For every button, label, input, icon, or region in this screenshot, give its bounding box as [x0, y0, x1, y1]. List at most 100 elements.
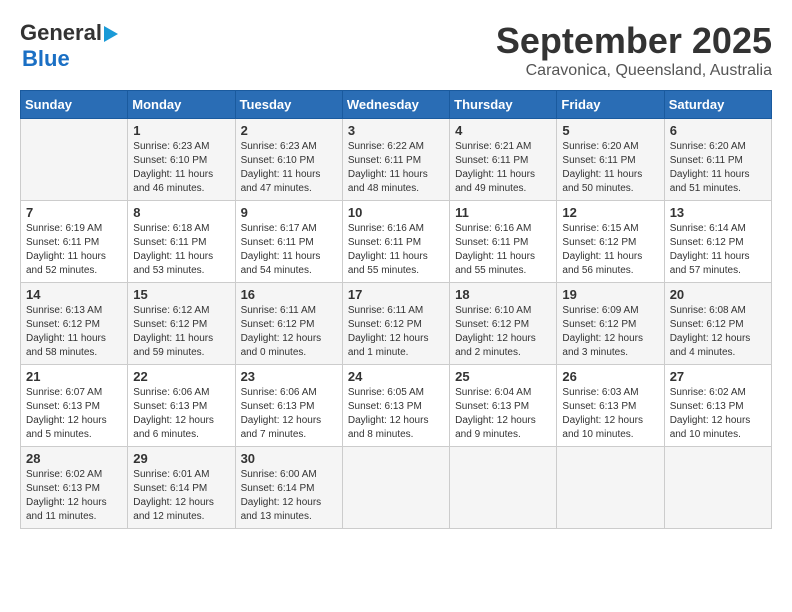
day-info: Sunrise: 6:02 AM Sunset: 6:13 PM Dayligh…: [26, 468, 122, 524]
day-number: 21: [26, 369, 122, 384]
day-number: 7: [26, 205, 122, 220]
calendar-week-row: 14Sunrise: 6:13 AM Sunset: 6:12 PM Dayli…: [21, 283, 772, 365]
calendar-cell: 17 Sunrise: 6:11 AM Sunset: 6:12 PM Dayli…: [342, 283, 449, 365]
day-number: 25: [455, 369, 551, 384]
calendar-header-row: SundayMondayTuesdayWednesdayThursdayFrid…: [21, 91, 772, 119]
logo-blue-text: Blue: [22, 46, 70, 72]
day-number: 18: [455, 287, 551, 302]
day-info: Sunrise: 6:23 AM Sunset: 6:10 PM Dayligh…: [133, 140, 229, 196]
day-number: 30: [241, 451, 337, 466]
day-info: Sunrise: 6:19 AM Sunset: 6:11 PM Dayligh…: [26, 222, 122, 278]
day-info: Sunrise: 6:07 AM Sunset: 6:13 PM Dayligh…: [26, 386, 122, 442]
day-info: Sunrise: 6:12 AM Sunset: 6:12 PM Dayligh…: [133, 304, 229, 360]
page-header: General Blue September 2025 Caravonica, …: [20, 20, 772, 80]
calendar-cell: 10Sunrise: 6:16 AM Sunset: 6:11 PM Dayli…: [342, 201, 449, 283]
calendar-cell: 23 Sunrise: 6:06 AM Sunset: 6:13 PM Dayli…: [235, 365, 342, 447]
day-number: 23: [241, 369, 337, 384]
location-title: Caravonica, Queensland, Australia: [496, 62, 772, 80]
title-block: September 2025 Caravonica, Queensland, A…: [496, 20, 772, 80]
calendar-cell: 18 Sunrise: 6:10 AM Sunset: 6:12 PM Dayli…: [450, 283, 557, 365]
calendar-cell: 4 Sunrise: 6:21 AM Sunset: 6:11 PM Daylig…: [450, 119, 557, 201]
day-number: 16: [241, 287, 337, 302]
day-number: 1: [133, 123, 229, 138]
header-friday: Friday: [557, 91, 664, 119]
calendar-cell: 24 Sunrise: 6:05 AM Sunset: 6:13 PM Dayli…: [342, 365, 449, 447]
day-number: 8: [133, 205, 229, 220]
day-number: 15: [133, 287, 229, 302]
day-info: Sunrise: 6:02 AM Sunset: 6:13 PM Dayligh…: [670, 386, 766, 442]
day-number: 26: [562, 369, 658, 384]
calendar-cell: 5 Sunrise: 6:20 AM Sunset: 6:11 PM Daylig…: [557, 119, 664, 201]
day-number: 11: [455, 205, 551, 220]
calendar-cell: [664, 447, 771, 529]
calendar-week-row: 7 Sunrise: 6:19 AM Sunset: 6:11 PM Daylig…: [21, 201, 772, 283]
calendar-cell: 9 Sunrise: 6:17 AM Sunset: 6:11 PM Daylig…: [235, 201, 342, 283]
calendar-cell: 12Sunrise: 6:15 AM Sunset: 6:12 PM Dayli…: [557, 201, 664, 283]
day-info: Sunrise: 6:01 AM Sunset: 6:14 PM Dayligh…: [133, 468, 229, 524]
day-info: Sunrise: 6:04 AM Sunset: 6:13 PM Dayligh…: [455, 386, 551, 442]
day-info: Sunrise: 6:09 AM Sunset: 6:12 PM Dayligh…: [562, 304, 658, 360]
header-saturday: Saturday: [664, 91, 771, 119]
calendar-cell: 2Sunrise: 6:23 AM Sunset: 6:10 PM Daylig…: [235, 119, 342, 201]
calendar-cell: [557, 447, 664, 529]
calendar-week-row: 21 Sunrise: 6:07 AM Sunset: 6:13 PM Dayli…: [21, 365, 772, 447]
logo-general-text: General: [20, 20, 102, 46]
calendar-cell: 13 Sunrise: 6:14 AM Sunset: 6:12 PM Dayli…: [664, 201, 771, 283]
day-number: 14: [26, 287, 122, 302]
calendar-cell: 22 Sunrise: 6:06 AM Sunset: 6:13 PM Dayli…: [128, 365, 235, 447]
day-number: 27: [670, 369, 766, 384]
day-info: Sunrise: 6:18 AM Sunset: 6:11 PM Dayligh…: [133, 222, 229, 278]
day-number: 13: [670, 205, 766, 220]
day-info: Sunrise: 6:06 AM Sunset: 6:13 PM Dayligh…: [241, 386, 337, 442]
calendar-cell: 3Sunrise: 6:22 AM Sunset: 6:11 PM Daylig…: [342, 119, 449, 201]
calendar-cell: 8 Sunrise: 6:18 AM Sunset: 6:11 PM Daylig…: [128, 201, 235, 283]
day-info: Sunrise: 6:21 AM Sunset: 6:11 PM Dayligh…: [455, 140, 551, 196]
calendar-cell: 29 Sunrise: 6:01 AM Sunset: 6:14 PM Dayli…: [128, 447, 235, 529]
day-number: 10: [348, 205, 444, 220]
header-wednesday: Wednesday: [342, 91, 449, 119]
header-sunday: Sunday: [21, 91, 128, 119]
day-info: Sunrise: 6:14 AM Sunset: 6:12 PM Dayligh…: [670, 222, 766, 278]
day-number: 28: [26, 451, 122, 466]
day-number: 19: [562, 287, 658, 302]
calendar-cell: 7 Sunrise: 6:19 AM Sunset: 6:11 PM Daylig…: [21, 201, 128, 283]
calendar-table: SundayMondayTuesdayWednesdayThursdayFrid…: [20, 90, 772, 529]
calendar-cell: [21, 119, 128, 201]
calendar-cell: 16 Sunrise: 6:11 AM Sunset: 6:12 PM Dayli…: [235, 283, 342, 365]
day-number: 22: [133, 369, 229, 384]
calendar-cell: 14Sunrise: 6:13 AM Sunset: 6:12 PM Dayli…: [21, 283, 128, 365]
day-info: Sunrise: 6:05 AM Sunset: 6:13 PM Dayligh…: [348, 386, 444, 442]
day-info: Sunrise: 6:16 AM Sunset: 6:11 PM Dayligh…: [455, 222, 551, 278]
day-info: Sunrise: 6:11 AM Sunset: 6:12 PM Dayligh…: [348, 304, 444, 360]
day-info: Sunrise: 6:20 AM Sunset: 6:11 PM Dayligh…: [670, 140, 766, 196]
header-tuesday: Tuesday: [235, 91, 342, 119]
day-number: 2: [241, 123, 337, 138]
day-info: Sunrise: 6:03 AM Sunset: 6:13 PM Dayligh…: [562, 386, 658, 442]
day-number: 6: [670, 123, 766, 138]
calendar-cell: 27 Sunrise: 6:02 AM Sunset: 6:13 PM Dayli…: [664, 365, 771, 447]
day-number: 4: [455, 123, 551, 138]
calendar-cell: [342, 447, 449, 529]
calendar-cell: 19 Sunrise: 6:09 AM Sunset: 6:12 PM Dayli…: [557, 283, 664, 365]
day-number: 24: [348, 369, 444, 384]
logo-arrow-icon: [104, 26, 118, 42]
calendar-cell: 28 Sunrise: 6:02 AM Sunset: 6:13 PM Dayli…: [21, 447, 128, 529]
day-number: 29: [133, 451, 229, 466]
day-info: Sunrise: 6:20 AM Sunset: 6:11 PM Dayligh…: [562, 140, 658, 196]
header-monday: Monday: [128, 91, 235, 119]
day-info: Sunrise: 6:08 AM Sunset: 6:12 PM Dayligh…: [670, 304, 766, 360]
calendar-cell: 25 Sunrise: 6:04 AM Sunset: 6:13 PM Dayli…: [450, 365, 557, 447]
calendar-week-row: 1 Sunrise: 6:23 AM Sunset: 6:10 PM Daylig…: [21, 119, 772, 201]
day-number: 17: [348, 287, 444, 302]
calendar-cell: 30Sunrise: 6:00 AM Sunset: 6:14 PM Dayli…: [235, 447, 342, 529]
day-info: Sunrise: 6:06 AM Sunset: 6:13 PM Dayligh…: [133, 386, 229, 442]
calendar-cell: 15 Sunrise: 6:12 AM Sunset: 6:12 PM Dayli…: [128, 283, 235, 365]
day-info: Sunrise: 6:15 AM Sunset: 6:12 PM Dayligh…: [562, 222, 658, 278]
calendar-cell: 20Sunrise: 6:08 AM Sunset: 6:12 PM Dayli…: [664, 283, 771, 365]
day-info: Sunrise: 6:10 AM Sunset: 6:12 PM Dayligh…: [455, 304, 551, 360]
day-info: Sunrise: 6:11 AM Sunset: 6:12 PM Dayligh…: [241, 304, 337, 360]
day-info: Sunrise: 6:17 AM Sunset: 6:11 PM Dayligh…: [241, 222, 337, 278]
header-thursday: Thursday: [450, 91, 557, 119]
day-number: 9: [241, 205, 337, 220]
day-number: 5: [562, 123, 658, 138]
